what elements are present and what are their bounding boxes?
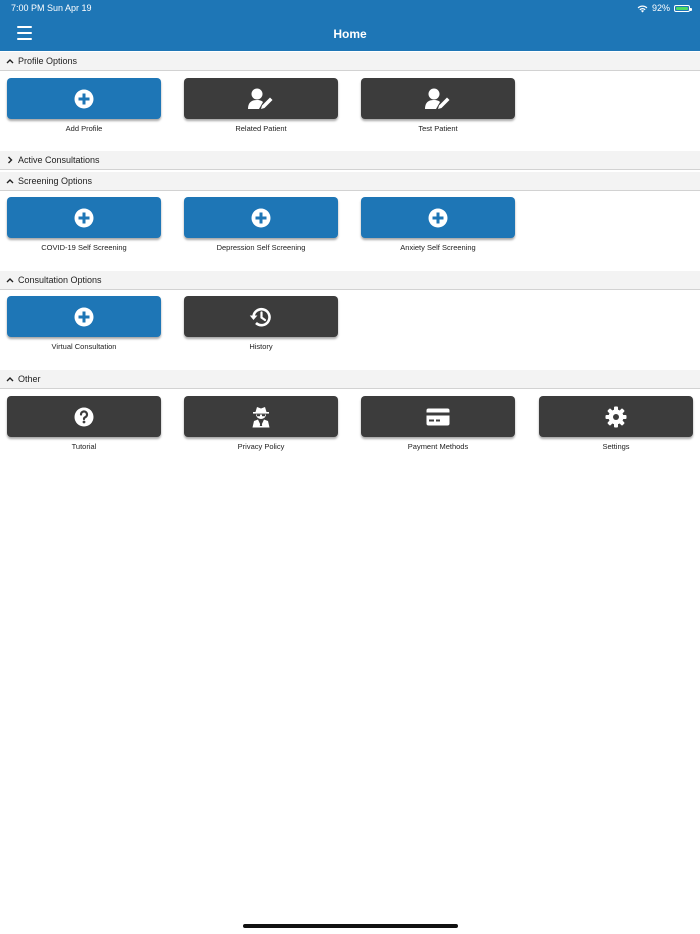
- tutorial-button[interactable]: [7, 396, 161, 437]
- related-patient-button[interactable]: [184, 78, 338, 119]
- tile-depression-screening: Depression Self Screening: [184, 197, 338, 252]
- tile-caption: Privacy Policy: [237, 442, 285, 451]
- status-time: 7:00 PM Sun Apr 19: [11, 3, 92, 13]
- section-label: Active Consultations: [18, 155, 100, 165]
- section-screening-options[interactable]: Screening Options: [0, 172, 700, 191]
- section-label: Profile Options: [18, 56, 78, 66]
- settings-button[interactable]: [539, 396, 693, 437]
- tile-caption: Anxiety Self Screening: [400, 243, 476, 252]
- tile-test-patient: Test Patient: [361, 78, 515, 133]
- section-label: Screening Options: [18, 176, 93, 186]
- anxiety-screening-button[interactable]: [361, 197, 515, 238]
- plus-circle-icon: [428, 208, 448, 227]
- chevron-right-icon: [4, 156, 16, 164]
- covid-screening-button[interactable]: [7, 197, 161, 238]
- chevron-up-icon: [4, 376, 16, 382]
- section-active-consultations[interactable]: Active Consultations: [0, 151, 700, 170]
- tile-caption: Virtual Consultation: [51, 342, 117, 351]
- status-indicators: 92%: [637, 3, 692, 13]
- chevron-up-icon: [4, 178, 16, 184]
- plus-circle-icon: [74, 208, 94, 227]
- section-label: Consultation Options: [18, 275, 102, 285]
- tile-caption: COVID-19 Self Screening: [41, 243, 127, 252]
- section-consultation-options[interactable]: Consultation Options: [0, 271, 700, 290]
- battery-percent: 92%: [651, 3, 670, 13]
- tile-caption: Related Patient: [235, 124, 287, 133]
- gear-icon: [605, 406, 627, 427]
- tile-virtual-consultation: Virtual Consultation: [7, 296, 161, 351]
- plus-circle-icon: [251, 208, 271, 227]
- plus-circle-icon: [74, 89, 94, 108]
- chevron-up-icon: [4, 277, 16, 283]
- history-button[interactable]: [184, 296, 338, 337]
- user-edit-icon: [248, 88, 273, 109]
- history-icon: [249, 307, 271, 326]
- tile-caption: Depression Self Screening: [216, 243, 306, 252]
- tile-add-profile: Add Profile: [7, 78, 161, 133]
- question-circle-icon: [74, 407, 94, 426]
- tile-caption: Tutorial: [71, 442, 97, 451]
- payment-methods-button[interactable]: [361, 396, 515, 437]
- section-profile-options[interactable]: Profile Options: [0, 52, 700, 71]
- tile-caption: Payment Methods: [407, 442, 469, 451]
- top-app-bar: 7:00 PM Sun Apr 19 92% Home: [0, 0, 700, 51]
- tile-history: History: [184, 296, 338, 351]
- tile-payment-methods: Payment Methods: [361, 396, 515, 451]
- battery-icon: [674, 4, 692, 12]
- plus-circle-icon: [74, 307, 94, 326]
- tile-caption: Settings: [602, 442, 630, 451]
- tile-covid-screening: COVID-19 Self Screening: [7, 197, 161, 252]
- tile-anxiety-screening: Anxiety Self Screening: [361, 197, 515, 252]
- user-edit-icon: [425, 88, 450, 109]
- tile-settings: Settings: [539, 396, 693, 451]
- tile-caption: Test Patient: [418, 124, 458, 133]
- tile-privacy-policy: Privacy Policy: [184, 396, 338, 451]
- virtual-consultation-button[interactable]: [7, 296, 161, 337]
- section-label: Other: [18, 374, 41, 384]
- credit-card-icon: [426, 408, 450, 425]
- test-patient-button[interactable]: [361, 78, 515, 119]
- chevron-up-icon: [4, 58, 16, 64]
- user-secret-icon: [252, 406, 270, 427]
- wifi-icon: [637, 4, 648, 13]
- tile-tutorial: Tutorial: [7, 396, 161, 451]
- tile-caption: Add Profile: [65, 124, 103, 133]
- section-other[interactable]: Other: [0, 370, 700, 389]
- privacy-policy-button[interactable]: [184, 396, 338, 437]
- tile-related-patient: Related Patient: [184, 78, 338, 133]
- add-profile-button[interactable]: [7, 78, 161, 119]
- depression-screening-button[interactable]: [184, 197, 338, 238]
- home-indicator: [243, 924, 458, 928]
- page-title: Home: [333, 27, 367, 41]
- tile-caption: History: [249, 342, 273, 351]
